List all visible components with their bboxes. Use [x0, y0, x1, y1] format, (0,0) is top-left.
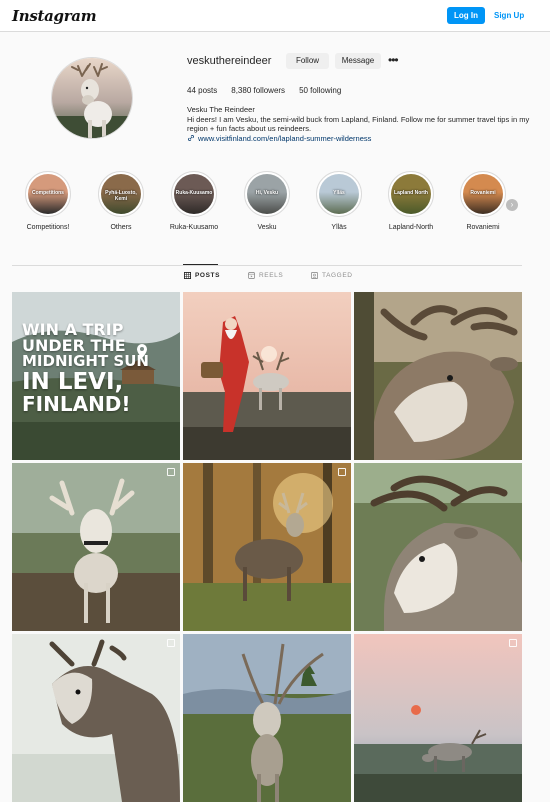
highlight-ring[interactable]: Pyhä-Luosto, Kemi	[98, 171, 144, 217]
highlight-ring[interactable]: Competitions	[25, 171, 71, 217]
message-button[interactable]: Message	[335, 53, 381, 69]
highlight-label[interactable]: Others	[89, 224, 153, 231]
login-button[interactable]: Log In	[447, 7, 485, 24]
instagram-logo[interactable]: Instagram	[12, 7, 97, 25]
highlight-cover-text: Ruka-Kuusamo	[175, 190, 213, 196]
highlight-cover-text: Hi, Vesku	[255, 190, 279, 196]
post-image	[12, 463, 180, 631]
highlight-ring[interactable]: Hi, Vesku	[244, 171, 290, 217]
highlight-cover: Competitions	[28, 174, 68, 214]
highlight-vesku[interactable]: Hi, Vesku Vesku	[235, 171, 299, 231]
post-tile[interactable]	[354, 463, 522, 631]
post-image	[183, 634, 351, 802]
post-tile[interactable]: WIN A TRIP UNDER THE MIDNIGHT SUN IN LEV…	[12, 292, 180, 460]
link-icon	[188, 135, 194, 142]
highlight-label[interactable]: Ruka-Kuusamo	[162, 224, 226, 231]
highlight-cover-text: Competitions	[32, 190, 64, 196]
bio-link-text[interactable]: www.visitfinland.com/en/lapland-summer-w…	[198, 134, 371, 144]
more-options-icon[interactable]: •••	[388, 53, 402, 69]
bio-link[interactable]: www.visitfinland.com/en/lapland-summer-w…	[187, 134, 532, 144]
followers-count[interactable]: 8,380 followers	[231, 86, 285, 95]
profile-stats: 44 posts 8,380 followers 50 following	[187, 86, 341, 95]
tab-posts[interactable]: POSTS	[184, 272, 220, 279]
multiple-posts-icon	[338, 468, 346, 476]
highlight-cover: Ruka-Kuusamo	[174, 174, 214, 214]
posts-count: 44 posts	[187, 86, 218, 95]
highlight-cover: Lapland North	[391, 174, 431, 214]
highlight-lapland-north[interactable]: Lapland North Lapland-North	[379, 171, 443, 231]
highlight-ring[interactable]: Ylläs	[316, 171, 362, 217]
highlight-yll-s[interactable]: Ylläs Ylläs	[307, 171, 371, 231]
profile-avatar[interactable]	[51, 57, 133, 139]
highlight-rovaniemi[interactable]: Rovaniemi Rovaniemi	[451, 171, 515, 231]
reels-icon	[248, 272, 255, 279]
top-bar: Instagram Log In Sign Up	[0, 0, 550, 32]
multiple-posts-icon	[167, 639, 175, 647]
highlight-label[interactable]: Vesku	[235, 224, 299, 231]
highlight-cover-text: Pyhä-Luosto, Kemi	[105, 190, 137, 202]
location-pin-icon	[137, 344, 147, 358]
post-image	[12, 634, 180, 802]
grid-icon	[184, 272, 191, 279]
highlight-label[interactable]: Ylläs	[307, 224, 371, 231]
tab-tagged[interactable]: TAGGED	[311, 272, 353, 279]
highlight-cover: Pyhä-Luosto, Kemi	[101, 174, 141, 214]
overlay-line: MIDNIGHT SUN	[22, 352, 149, 370]
post-image	[354, 292, 522, 460]
post-image	[183, 463, 351, 631]
post-image	[354, 634, 522, 802]
avatar-reindeer-image	[52, 58, 132, 138]
highlight-label[interactable]: Lapland-North	[379, 224, 443, 231]
following-count[interactable]: 50 following	[299, 86, 341, 95]
post-image	[183, 292, 351, 460]
highlight-cover-text: Ylläs	[333, 190, 345, 196]
highlight-label[interactable]: Rovaniemi	[451, 224, 515, 231]
post-tile[interactable]	[354, 634, 522, 802]
tab-posts-label: POSTS	[195, 272, 221, 279]
tab-divider	[12, 265, 522, 266]
highlight-ring[interactable]: Rovaniemi	[460, 171, 506, 217]
bio-text: Hi deers! I am Vesku, the semi-wild buck…	[187, 114, 530, 134]
highlight-ring[interactable]: Ruka-Kuusamo	[171, 171, 217, 217]
highlight-others[interactable]: Pyhä-Luosto, Kemi Others	[89, 171, 153, 231]
highlight-label[interactable]: Competitions!	[16, 224, 80, 231]
post-tile[interactable]	[183, 463, 351, 631]
overlay-line: FINLAND!	[22, 392, 131, 416]
multiple-posts-icon	[509, 639, 517, 647]
profile-username: veskuthereindeer	[187, 55, 272, 67]
post-tile[interactable]	[354, 292, 522, 460]
follow-button[interactable]: Follow	[286, 53, 329, 69]
multiple-posts-icon	[167, 468, 175, 476]
highlight-competitions-[interactable]: Competitions Competitions!	[16, 171, 80, 231]
tab-tagged-label: TAGGED	[322, 272, 353, 279]
tab-reels[interactable]: REELS	[248, 272, 283, 279]
profile-tabs: POSTS REELS TAGGED	[0, 272, 550, 284]
tab-reels-label: REELS	[259, 272, 284, 279]
post-tile[interactable]	[183, 634, 351, 802]
highlight-ring[interactable]: Lapland North	[388, 171, 434, 217]
post-image	[354, 463, 522, 631]
highlight-cover: Hi, Vesku	[247, 174, 287, 214]
bio-name: Vesku The Reindeer	[187, 105, 255, 114]
highlight-cover-text: Lapland North	[394, 190, 428, 196]
signup-link[interactable]: Sign Up	[494, 7, 524, 24]
highlight-cover-text: Rovaniemi	[470, 190, 496, 196]
tag-icon	[311, 272, 318, 279]
chevron-right-icon[interactable]: ›	[506, 199, 518, 211]
post-tile[interactable]	[12, 463, 180, 631]
post-tile[interactable]	[12, 634, 180, 802]
highlight-cover: Rovaniemi	[463, 174, 503, 214]
profile-bio: Vesku The Reindeer Hi deers! I am Vesku,…	[187, 105, 532, 143]
highlight-cover: Ylläs	[319, 174, 359, 214]
overlay-line: IN LEVI,	[22, 369, 124, 395]
story-highlights: Competitions Competitions! Pyhä-Luosto, Ke…	[24, 171, 524, 241]
post-overlay-text: WIN A TRIP UNDER THE MIDNIGHT SUN IN LEV…	[22, 322, 149, 416]
highlight-ruka-kuusamo[interactable]: Ruka-Kuusamo Ruka-Kuusamo	[162, 171, 226, 231]
post-tile[interactable]	[183, 292, 351, 460]
active-tab-indicator	[183, 264, 218, 265]
